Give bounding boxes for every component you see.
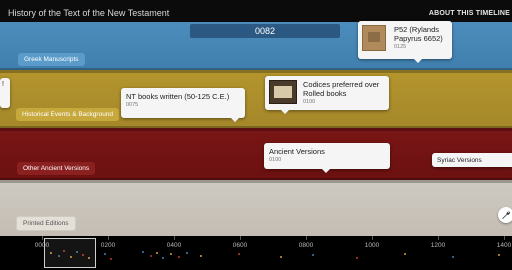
navigator-event-dot (200, 255, 202, 257)
navigator-tick-label: 1400 (496, 242, 512, 249)
event-title: P52 (Rylands Papyrus 6652) (394, 25, 443, 43)
event-card-nt-books-written[interactable]: NT books written (50-125 C.E.) 0075 (121, 88, 245, 122)
event-date: 0075 (126, 102, 139, 108)
event-pointer (281, 110, 289, 114)
band-label-printed-editions: Printed Editions (16, 216, 76, 231)
current-year-label: 0082 (254, 26, 276, 36)
about-timeline-link[interactable]: ABOUT THIS TIMELINE (429, 10, 510, 17)
navigator-event-dot (170, 253, 172, 255)
band-divider (0, 178, 512, 183)
navigator-event-dot (150, 255, 152, 257)
event-title: NT books written (50-125 C.E.) (126, 92, 230, 101)
navigator-event-dot (186, 252, 188, 254)
navigator-viewport-window[interactable] (44, 238, 96, 268)
event-date: 0100 (303, 99, 316, 105)
navigator-event-dot (404, 253, 406, 255)
event-date: 0125 (394, 44, 407, 50)
navigator-tick-mark (240, 236, 241, 240)
event-date: 0100 (269, 157, 282, 163)
navigator-event-dot (452, 256, 454, 258)
current-year-indicator: 0082 (190, 24, 340, 38)
navigator-event-dot (104, 253, 106, 255)
event-pointer (322, 169, 330, 173)
band-label-historical-events: Historical Events & Background (16, 108, 120, 121)
navigator-tick-label: 0200 (100, 242, 116, 249)
event-title: Codices preferred over Rolled books (303, 80, 380, 98)
event-card-partial[interactable]: ! (0, 78, 10, 108)
navigator-event-dot (142, 251, 144, 253)
codex-book-image (269, 80, 297, 104)
navigator-event-dot (156, 252, 158, 254)
navigator-tick-label: 0400 (166, 242, 182, 249)
navigator-tick-mark (306, 236, 307, 240)
event-title: Syriac Versions (437, 157, 482, 164)
navigator-tick-label: 1200 (430, 242, 446, 249)
event-pointer (231, 118, 239, 122)
event-card-p52[interactable]: P52 (Rylands Papyrus 6652) 0125 (358, 21, 452, 63)
navigator-event-dot (312, 254, 314, 256)
wrench-icon (502, 211, 511, 219)
event-card-syriac-versions[interactable]: Syriac Versions (432, 153, 512, 167)
event-card-ancient-versions[interactable]: Ancient Versions 0100 (264, 143, 390, 173)
navigator-tick-mark (174, 236, 175, 240)
navigator-tick-label: 0800 (298, 242, 314, 249)
navigator-event-dot (110, 258, 112, 260)
band-divider (0, 126, 512, 131)
band-label-other-ancient-versions: Other Ancient Versions (17, 162, 96, 175)
navigator-event-dot (238, 253, 240, 255)
navigator-event-dot (178, 256, 180, 258)
top-bar: History of the Text of the New Testament… (0, 0, 512, 22)
navigator-tick-mark (438, 236, 439, 240)
navigator-event-dot (356, 257, 358, 259)
navigator-tick-mark (42, 236, 43, 240)
settings-tool-button[interactable] (498, 207, 512, 223)
band-label-greek-manuscripts: Greek Manuscripts (18, 53, 85, 66)
navigator-tick-mark (108, 236, 109, 240)
navigator-event-dot (498, 254, 500, 256)
event-title: ! (2, 81, 4, 88)
navigator-tick-mark (504, 236, 505, 240)
event-card-codices[interactable]: Codices preferred over Rolled books 0100 (265, 76, 389, 114)
navigator-tick-label: 1000 (364, 242, 380, 249)
event-title: Ancient Versions (269, 147, 325, 156)
page-title: History of the Text of the New Testament (8, 8, 170, 18)
navigator-tick-label: 0600 (232, 242, 248, 249)
navigator-event-dot (280, 256, 282, 258)
navigator-event-dot (162, 257, 164, 259)
navigator-tick-mark (372, 236, 373, 240)
band-divider (0, 68, 512, 73)
papyrus-fragment-image (362, 25, 386, 51)
event-pointer (414, 59, 422, 63)
band-printed-editions[interactable] (0, 180, 512, 236)
